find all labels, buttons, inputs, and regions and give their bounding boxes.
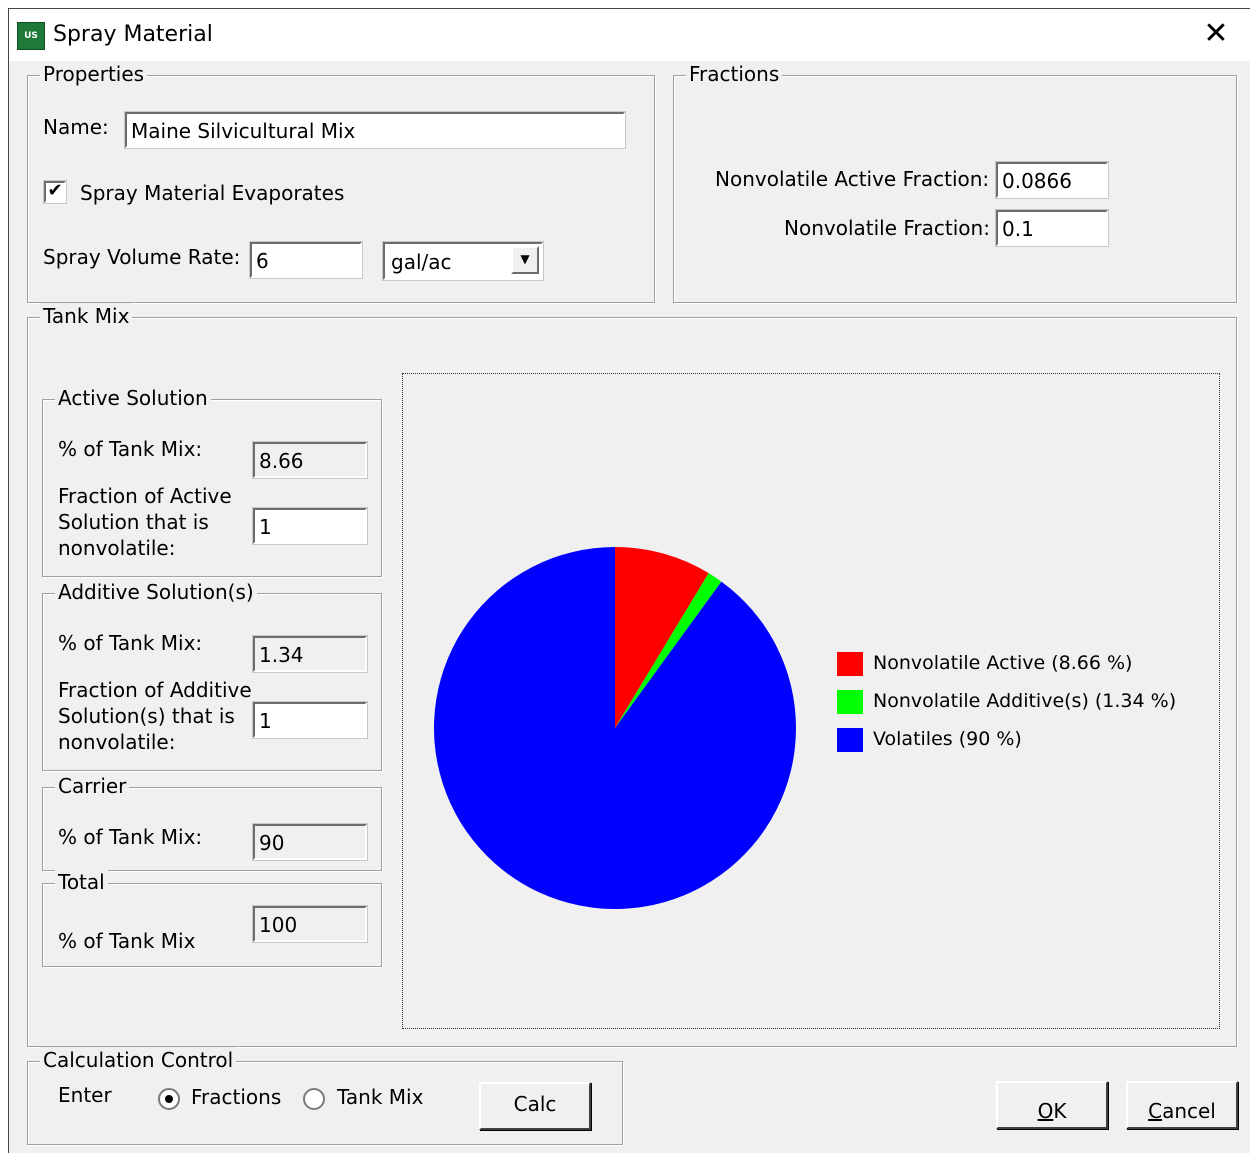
total-pct-field: 100 (252, 905, 368, 943)
fractions-group: Fractions Nonvolatile Active Fraction: 0… (673, 61, 1237, 303)
additive-fraction-field[interactable]: 1 (252, 701, 368, 739)
enter-label: Enter (58, 1083, 112, 1107)
cancel-button[interactable]: Cancel (1126, 1081, 1238, 1129)
additive-fraction-label-line2: Solution(s) that is (58, 704, 235, 728)
properties-group: Properties Name: Maine Silvicultural Mix… (27, 61, 655, 303)
ok-button-label: OK (1038, 1091, 1067, 1123)
radio-fractions[interactable] (158, 1088, 180, 1110)
legend-label-volatiles: Volatiles (90 %) (873, 728, 1022, 750)
total-group: Total % of Tank Mix 100 (42, 869, 382, 967)
nonvolatile-active-fraction-field[interactable]: 0.0866 (995, 161, 1109, 199)
spray-material-dialog: US Spray Material ✕ Properties Name: Mai… (8, 8, 1250, 1153)
tank-mix-chart: Nonvolatile Active (8.66 %) Nonvolatile … (402, 373, 1220, 1029)
active-fraction-label-line2: Solution that is (58, 510, 209, 534)
carrier-group: Carrier % of Tank Mix: 90 (42, 773, 382, 871)
name-label: Name: (43, 115, 109, 139)
legend-label-nonvolatile-active: Nonvolatile Active (8.66 %) (873, 652, 1133, 674)
calculation-control-group: Calculation Control Enter Fractions Tank… (27, 1047, 623, 1145)
ok-label-rest: K (1053, 1099, 1067, 1123)
total-group-label: Total (55, 869, 108, 895)
usfs-shield-icon: US (17, 22, 45, 50)
nonvolatile-active-fraction-label: Nonvolatile Active Fraction: (715, 167, 990, 191)
calc-button-label: Calc (513, 1092, 557, 1116)
volume-rate-label: Spray Volume Rate: (43, 245, 241, 269)
pie-slice-volatiles (434, 547, 796, 909)
nonvolatile-fraction-field[interactable]: 0.1 (995, 209, 1109, 247)
legend-swatch-volatiles (837, 728, 863, 752)
window-title: Spray Material (53, 22, 213, 47)
additive-pct-field: 1.34 (252, 635, 368, 673)
fractions-group-label: Fractions (686, 61, 783, 87)
carrier-pct-field: 90 (252, 823, 368, 861)
radio-fractions-label[interactable]: Fractions (191, 1084, 281, 1110)
nonvolatile-fraction-label: Nonvolatile Fraction: (784, 216, 990, 240)
active-fraction-label-line3: nonvolatile: (58, 536, 176, 560)
carrier-group-label: Carrier (55, 773, 130, 799)
cancel-label-rest: ancel (1162, 1099, 1216, 1123)
calc-button[interactable]: Calc (479, 1082, 591, 1130)
ok-accelerator: O (1037, 1099, 1054, 1123)
evaporates-checkbox[interactable]: ✔ (43, 180, 67, 204)
cancel-button-label: Cancel (1148, 1091, 1216, 1123)
carrier-pct-label: % of Tank Mix: (58, 825, 203, 849)
radio-fractions-dot (165, 1095, 173, 1103)
volume-unit-value: gal/ac (391, 250, 452, 274)
additive-solution-group: Additive Solution(s) % of Tank Mix: 1.34… (42, 579, 382, 771)
radio-tank-mix-label[interactable]: Tank Mix (337, 1084, 423, 1110)
total-pct-label: % of Tank Mix (58, 929, 196, 953)
additive-pct-label: % of Tank Mix: (58, 631, 203, 655)
name-field[interactable]: Maine Silvicultural Mix (124, 111, 626, 149)
additive-fraction-label-line3: nonvolatile: (58, 730, 176, 754)
active-pct-field: 8.66 (252, 441, 368, 479)
tank-mix-group-label: Tank Mix (40, 303, 133, 329)
volume-rate-field[interactable]: 6 (249, 241, 363, 279)
active-solution-group-label: Active Solution (55, 385, 211, 411)
legend-swatch-nonvolatile-additive (837, 690, 863, 714)
legend-label-nonvolatile-additive: Nonvolatile Additive(s) (1.34 %) (873, 690, 1177, 712)
active-pct-label: % of Tank Mix: (58, 437, 203, 461)
evaporates-label: Spray Material Evaporates (80, 181, 345, 205)
chevron-down-icon[interactable]: ▼ (511, 246, 539, 274)
legend-swatch-nonvolatile-active (837, 652, 863, 676)
additive-solution-group-label: Additive Solution(s) (55, 579, 257, 605)
properties-group-label: Properties (40, 61, 148, 87)
close-icon[interactable]: ✕ (1181, 9, 1250, 61)
title-bar: US Spray Material ✕ (9, 9, 1250, 61)
radio-tank-mix[interactable] (303, 1088, 325, 1110)
additive-fraction-label-line1: Fraction of Additive (58, 678, 252, 702)
active-solution-group: Active Solution % of Tank Mix: 8.66 Frac… (42, 385, 382, 577)
ok-button[interactable]: OK (996, 1081, 1108, 1129)
active-fraction-field[interactable]: 1 (252, 507, 368, 545)
cancel-accelerator: C (1148, 1099, 1163, 1123)
active-fraction-label-line1: Fraction of Active (58, 484, 232, 508)
calculation-control-group-label: Calculation Control (40, 1047, 237, 1073)
volume-unit-select[interactable]: gal/ac ▼ (382, 241, 544, 281)
